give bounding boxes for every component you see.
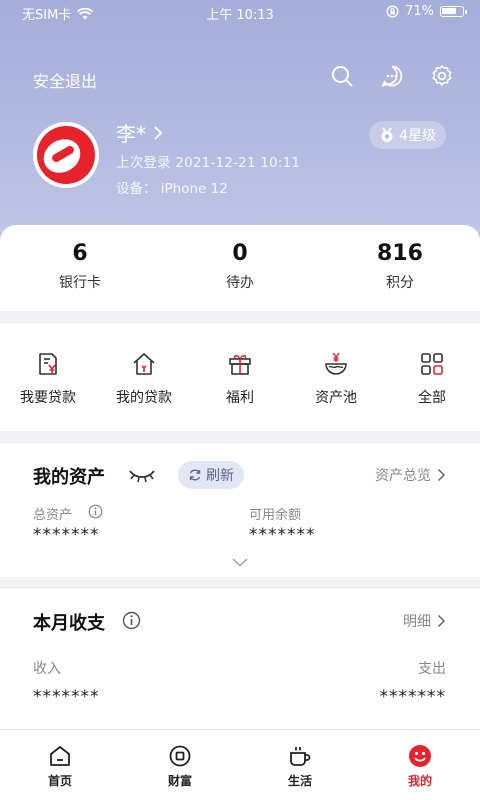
- stat-label: 银行卡: [59, 275, 101, 291]
- monthly-income-expense-card: 本月收支 明细 收入 支出 ******* *******: [0, 589, 480, 729]
- eye-closed-icon[interactable]: [128, 465, 156, 485]
- quick-label: 资产池: [315, 390, 357, 406]
- settings-gear-icon[interactable]: [430, 64, 454, 88]
- header-actions: [330, 64, 454, 88]
- quick-item-benefits[interactable]: 福利: [192, 323, 288, 431]
- last-login-text: 上次登录 2021-12-21 10:11: [116, 155, 301, 171]
- avatar[interactable]: [33, 122, 99, 188]
- battery-icon: [440, 6, 467, 17]
- tab-label: 我的: [407, 774, 432, 788]
- stat-value: 816: [377, 241, 423, 266]
- house-icon: [133, 353, 155, 375]
- stat-points[interactable]: 816 积分: [320, 225, 480, 311]
- info-icon[interactable]: [122, 611, 141, 630]
- status-bar: 无SIM卡 上午 10:13 71%: [0, 0, 480, 26]
- chevron-right-icon: [154, 125, 163, 140]
- quick-label: 我要贷款: [20, 390, 76, 406]
- asset-overview-label: 资产总览: [375, 468, 431, 484]
- bottom-tab-bar: 首页 财富 生活 我的: [0, 729, 480, 800]
- tab-life[interactable]: 生活: [240, 730, 360, 800]
- smiley-face-icon: [409, 745, 431, 767]
- quick-item-all[interactable]: 全部: [384, 323, 480, 431]
- quick-item-apply-loan[interactable]: 我要贷款: [0, 323, 96, 431]
- stat-label: 积分: [386, 275, 414, 291]
- quick-item-asset-pool[interactable]: 资产池: [288, 323, 384, 431]
- quick-label: 福利: [226, 390, 254, 406]
- available-balance-label: 可用余额: [249, 508, 302, 523]
- tab-label: 生活: [287, 774, 312, 788]
- tab-mine[interactable]: 我的: [360, 730, 480, 800]
- rotation-lock-icon: [386, 5, 399, 18]
- detail-link[interactable]: 明细: [403, 611, 446, 631]
- gift-icon: [229, 354, 251, 375]
- expense-value: *******: [379, 687, 446, 707]
- account-stats: 6 银行卡 0 待办 816 积分: [0, 225, 480, 311]
- coin-icon: [169, 745, 191, 767]
- home-icon: [50, 746, 70, 766]
- quick-item-my-loans[interactable]: 我的贷款: [96, 323, 192, 431]
- device-text: 设备： iPhone 12: [116, 181, 228, 197]
- star-level-badge[interactable]: 4星级: [369, 121, 446, 149]
- refresh-icon: [189, 469, 201, 481]
- refresh-button[interactable]: 刷新: [178, 461, 244, 489]
- monthly-title: 本月收支: [33, 613, 105, 634]
- battery-percent: 71%: [405, 4, 434, 19]
- tab-label: 首页: [47, 774, 72, 788]
- chevron-right-icon: [437, 614, 446, 628]
- grid-icon: [421, 353, 443, 375]
- stat-value: 0: [232, 241, 248, 266]
- asset-overview-link[interactable]: 资产总览: [375, 465, 446, 485]
- my-assets-card: 我的资产 刷新 资产总览 总资产 ******* 可用余额 *******: [0, 443, 480, 577]
- chevron-down-icon[interactable]: [231, 557, 249, 568]
- quick-actions: 我要贷款 我的贷款 福利 资产池 全部: [0, 323, 480, 431]
- asset-pool-icon: [325, 352, 347, 375]
- tab-wealth[interactable]: 财富: [120, 730, 240, 800]
- username-link[interactable]: 李*: [116, 118, 164, 147]
- star-level-text: 4星级: [399, 128, 436, 144]
- income-value: *******: [33, 687, 100, 707]
- refresh-label: 刷新: [206, 468, 234, 484]
- tab-label: 财富: [167, 774, 192, 788]
- assets-title: 我的资产: [33, 467, 105, 488]
- username-text: 李*: [116, 122, 146, 146]
- stat-todo[interactable]: 0 待办: [160, 225, 320, 311]
- stat-bank-cards[interactable]: 6 银行卡: [0, 225, 160, 311]
- total-assets-value: *******: [33, 525, 100, 545]
- chevron-right-icon: [437, 468, 446, 482]
- info-icon[interactable]: [88, 504, 103, 519]
- available-balance-value: *******: [249, 525, 316, 545]
- logout-button[interactable]: 安全退出: [33, 68, 97, 92]
- expense-label: 支出: [418, 661, 446, 677]
- message-icon[interactable]: [380, 64, 404, 88]
- detail-label: 明细: [403, 614, 431, 630]
- income-label: 收入: [33, 661, 61, 677]
- loan-apply-icon: [39, 353, 57, 375]
- profile-header: 无SIM卡 上午 10:13 71% 安全退出 李* 上次登录 2021-12-…: [0, 0, 480, 250]
- total-assets-label: 总资产: [33, 508, 73, 523]
- status-right: 71%: [386, 4, 467, 19]
- medal-icon: [381, 127, 393, 142]
- stat-value: 6: [72, 241, 88, 266]
- stat-label: 待办: [226, 275, 254, 291]
- quick-label: 全部: [418, 390, 446, 406]
- avatar-image: [37, 126, 95, 184]
- search-icon[interactable]: [330, 64, 354, 88]
- quick-label: 我的贷款: [116, 390, 172, 406]
- tab-home[interactable]: 首页: [0, 730, 120, 800]
- coffee-cup-icon: [290, 747, 311, 766]
